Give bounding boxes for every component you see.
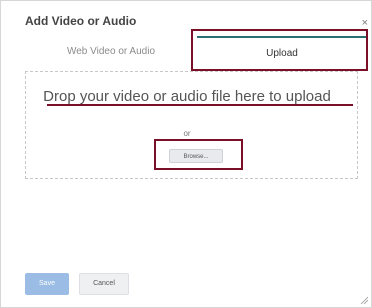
drop-prompt: Drop your video or audio file here to up… [43,88,331,105]
tab-web-video-or-audio[interactable]: Web Video or Audio [29,41,193,63]
highlight-underline [47,104,353,106]
dialog-title: Add Video or Audio [25,14,137,28]
or-separator: or [183,129,191,138]
save-button[interactable]: Save [25,273,69,295]
resize-grip-icon[interactable] [360,296,368,304]
add-media-dialog: Add Video or Audio × Web Video or Audio … [0,0,372,308]
cancel-button[interactable]: Cancel [79,273,129,295]
close-icon[interactable]: × [362,18,368,29]
highlight-box-upload-tab [191,29,368,71]
highlight-box-browse [154,139,243,170]
